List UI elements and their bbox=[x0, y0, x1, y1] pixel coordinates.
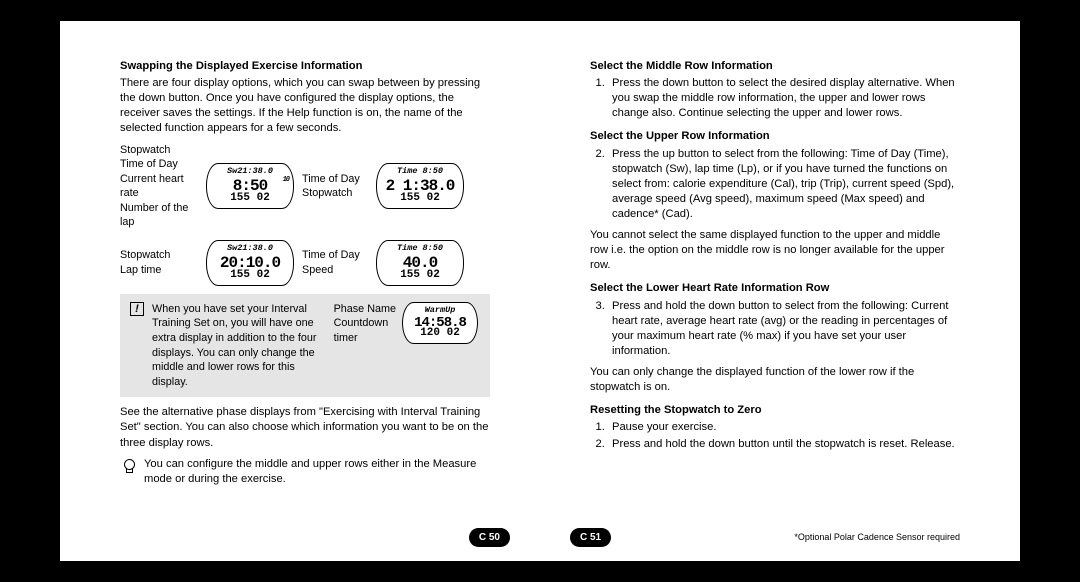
grid-labels-2: Time of Day Stopwatch bbox=[302, 172, 372, 201]
label: Lap time bbox=[120, 263, 202, 278]
list-item: Pause your exercise. bbox=[608, 420, 960, 435]
watch-bot: 120 02 bbox=[403, 326, 477, 341]
footnote: *Optional Polar Cadence Sensor required bbox=[794, 531, 960, 543]
label: Time of Day bbox=[302, 172, 372, 187]
note-right-labels: Phase Name Countdown timer bbox=[334, 302, 396, 346]
label: Stopwatch bbox=[120, 143, 202, 158]
label: Phase Name bbox=[334, 302, 396, 317]
label: Countdown bbox=[334, 316, 396, 331]
label: Speed bbox=[302, 263, 372, 278]
grid-labels-3: Stopwatch Lap time bbox=[120, 248, 202, 277]
heading-reset-stopwatch: Resetting the Stopwatch to Zero bbox=[590, 403, 960, 418]
watch-bot: 155 02 bbox=[207, 268, 293, 283]
heading-lower-row: Select the Lower Heart Rate Information … bbox=[590, 281, 960, 296]
watch-display-4: Time 8:50 40.0 155 02 bbox=[376, 240, 464, 286]
watch-display-note: WarmUp 14:58.8 120 02 bbox=[402, 302, 478, 344]
watch-display-2: Time 8:50 2 1:38.0 155 02 bbox=[376, 163, 464, 209]
page-left: Swapping the Displayed Exercise Informat… bbox=[60, 21, 540, 561]
grid-labels-4: Time of Day Speed bbox=[302, 248, 372, 277]
page-right: Select the Middle Row Information Press … bbox=[540, 21, 1020, 561]
note-box: ! When you have set your Interval Traini… bbox=[120, 294, 490, 397]
heading-upper-row: Select the Upper Row Information bbox=[590, 129, 960, 144]
label: Current heart rate bbox=[120, 172, 202, 201]
lightbulb-icon bbox=[120, 457, 138, 475]
tip-row: You can configure the middle and upper r… bbox=[120, 457, 490, 487]
page-number-right: C 51 bbox=[570, 528, 611, 548]
list-lower-row: Press and hold the down button to select… bbox=[590, 299, 960, 359]
page-number-left: C 50 bbox=[469, 528, 510, 548]
label: Time of Day bbox=[120, 157, 202, 172]
alt-phase-paragraph: See the alternative phase displays from … bbox=[120, 405, 490, 450]
label: Stopwatch bbox=[120, 248, 202, 263]
list-item: Press the down button to select the desi… bbox=[608, 76, 960, 121]
watch-bot: 155 02 bbox=[377, 268, 463, 283]
page-spread: Swapping the Displayed Exercise Informat… bbox=[60, 21, 1020, 561]
display-grid: Stopwatch Time of Day Current heart rate… bbox=[120, 143, 490, 286]
list-item: Press and hold the down button to select… bbox=[608, 299, 960, 359]
list-middle-row: Press the down button to select the desi… bbox=[590, 76, 960, 121]
tip-text: You can configure the middle and upper r… bbox=[144, 457, 490, 487]
alert-icon: ! bbox=[130, 302, 144, 316]
watch-bot: 155 02 bbox=[377, 191, 463, 206]
watch-bot: 155 02 bbox=[207, 191, 293, 206]
note-body: When you have set your Interval Training… bbox=[152, 302, 328, 389]
label: Time of Day bbox=[302, 248, 372, 263]
upper-row-note: You cannot select the same displayed fun… bbox=[590, 228, 960, 273]
watch-display-1: Sw21:38.0 8:5010 155 02 bbox=[206, 163, 294, 209]
intro-paragraph: There are four display options, which yo… bbox=[120, 76, 490, 136]
heading-middle-row: Select the Middle Row Information bbox=[590, 59, 960, 74]
label: timer bbox=[334, 331, 396, 346]
list-item: Press the up button to select from the f… bbox=[608, 147, 960, 223]
list-upper-row: Press the up button to select from the f… bbox=[590, 147, 960, 223]
list-item: Press and hold the down button until the… bbox=[608, 437, 960, 452]
grid-labels-1: Stopwatch Time of Day Current heart rate… bbox=[120, 143, 202, 230]
label: Stopwatch bbox=[302, 186, 372, 201]
label: Number of the lap bbox=[120, 201, 202, 230]
heading-swapping: Swapping the Displayed Exercise Informat… bbox=[120, 59, 490, 74]
lower-row-note: You can only change the displayed functi… bbox=[590, 365, 960, 395]
watch-display-3: Sw21:38.0 20:10.0 155 02 bbox=[206, 240, 294, 286]
list-reset: Pause your exercise. Press and hold the … bbox=[590, 420, 960, 452]
